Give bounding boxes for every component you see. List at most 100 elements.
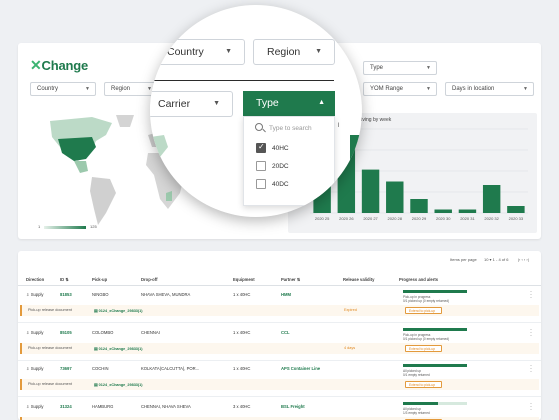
partner-link[interactable]: APS Container Line: [281, 366, 320, 371]
partner-link[interactable]: BSL Freight: [281, 404, 305, 409]
release-doc-label: Pick-up release document: [28, 308, 72, 312]
bar[interactable]: [361, 169, 380, 213]
supply-icon: ⇩: [26, 330, 30, 335]
chevron-down-icon: ▼: [315, 48, 322, 55]
mag-chart-fragment: l: [338, 123, 362, 215]
direction-cell: ⇩ Supply: [26, 330, 44, 335]
release-document-row: Pick-up release document ▤ 0124_xChange_…: [20, 343, 539, 354]
col-pickup[interactable]: Pick-up: [92, 277, 107, 282]
supply-icon: ⇩: [26, 404, 30, 409]
col-progress[interactable]: Progress and alerts: [399, 277, 438, 282]
chevron-down-icon: ▼: [213, 100, 220, 107]
col-partner[interactable]: Partner ⇅: [281, 277, 300, 282]
equipment-cell: 1 x 40HC: [233, 292, 251, 297]
map-legend-gradient: [44, 226, 86, 229]
direction-cell: ⇩ Supply: [26, 404, 44, 409]
search-icon: [255, 123, 263, 131]
checkbox-icon[interactable]: [256, 161, 266, 171]
days-in-location-filter[interactable]: Days in location ▼: [445, 82, 534, 96]
id-link[interactable]: 31324: [60, 404, 72, 409]
document-icon: ▤: [94, 347, 98, 351]
equipment-cell: 3 x 40HC: [233, 404, 251, 409]
mag-country-filter[interactable]: Country ▼: [153, 39, 245, 65]
more-options-icon[interactable]: · · ·: [530, 289, 532, 301]
more-options-icon[interactable]: · · ·: [530, 363, 532, 375]
id-link[interactable]: 85105: [60, 330, 72, 335]
dropoff-cell: KOLKATA(CALCUTTA), POR...: [141, 366, 200, 371]
mag-region-filter[interactable]: Region ▼: [253, 39, 335, 65]
pickup-cell: HAMBURG: [92, 404, 114, 409]
x-tick-label: 2020 32: [484, 216, 499, 221]
more-options-icon[interactable]: · · ·: [530, 327, 532, 339]
pickup-cell: NINGBO: [92, 292, 109, 297]
table-row[interactable]: ⇩ Supply 85105 COLOMBO CHENNAI 1 x 40HC …: [18, 325, 541, 342]
extend-pickup-button[interactable]: Extend to pick-up: [405, 381, 442, 388]
pickup-cell: COCHIN: [92, 366, 109, 371]
release-document-row: Pick-up release document ▤ 0124_xChange_…: [20, 379, 539, 390]
table-row[interactable]: ⇩ Supply 81853 NINGBO NHAVA SHEVA, MUNDR…: [18, 287, 541, 304]
bar[interactable]: [507, 206, 525, 213]
bar[interactable]: [458, 209, 477, 214]
checkbox-icon[interactable]: [256, 179, 266, 189]
chevron-down-icon: ▼: [426, 86, 431, 92]
map-legend-max: 125: [90, 224, 97, 229]
map-legend-min: 1: [38, 224, 41, 229]
col-release-validity[interactable]: Release validity: [343, 277, 374, 282]
extend-pickup-button[interactable]: Extend to pick-up: [405, 345, 442, 352]
table-row[interactable]: ⇩ Supply 73697 COCHIN KOLKATA(CALCUTTA),…: [18, 361, 541, 378]
x-tick-label: 2020 30: [436, 216, 451, 221]
bar[interactable]: [410, 199, 428, 213]
release-doc-link[interactable]: ▤ 0124_xChange_29833(1): [94, 308, 143, 313]
release-doc-link[interactable]: ▤ 0124_xChange_29833(1): [94, 382, 143, 387]
col-id[interactable]: ID ⇅: [60, 277, 69, 282]
svg-text:l: l: [338, 123, 339, 129]
x-tick-label: 2020 33: [509, 216, 524, 221]
col-dropoff[interactable]: Drop-off: [141, 277, 158, 282]
x-tick-label: 2020 27: [363, 216, 378, 221]
chevron-down-icon: ▼: [523, 86, 528, 92]
progress-bar: [403, 364, 467, 367]
supply-icon: ⇩: [26, 292, 30, 297]
option-40hc[interactable]: 40HC: [256, 142, 289, 155]
shipments-table-card: Items per page 10 ▾ 1 - 4 of 6 |‹ ‹ › ›|…: [18, 251, 541, 420]
release-doc-label: Pick-up release document: [28, 346, 72, 350]
checkbox-checked-icon[interactable]: [256, 142, 266, 153]
extend-pickup-button[interactable]: Extend to pick-up: [405, 307, 442, 314]
bar[interactable]: [482, 185, 501, 213]
bar[interactable]: [434, 209, 452, 214]
chevron-down-icon: ▼: [85, 86, 90, 92]
mag-carrier-filter[interactable]: Carrier ▼: [150, 91, 233, 117]
bar[interactable]: [386, 181, 404, 214]
items-per-page-select[interactable]: 10 ▾ 1 - 4 of 6: [484, 257, 508, 262]
xchange-logo[interactable]: ✕Change: [30, 57, 88, 74]
pagination-nav[interactable]: |‹ ‹ › ›|: [518, 257, 529, 262]
header-divider: [18, 285, 541, 286]
equipment-cell: 1 x 40HC: [233, 366, 251, 371]
id-link[interactable]: 73697: [60, 366, 72, 371]
partner-link[interactable]: CCL: [281, 330, 290, 335]
type-filter[interactable]: Type ▼: [363, 61, 437, 75]
col-equipment[interactable]: Equipment: [233, 277, 255, 282]
mag-type-filter-open[interactable]: Type ▲: [243, 91, 335, 116]
option-40dc[interactable]: 40DC: [256, 179, 289, 191]
col-direction[interactable]: Direction: [26, 277, 44, 282]
row-divider: [18, 322, 541, 323]
chevron-down-icon: ▼: [225, 48, 232, 55]
chevron-up-icon: ▲: [318, 99, 325, 106]
pickup-cell: COLOMBO: [92, 330, 114, 335]
document-icon: ▤: [94, 309, 98, 313]
country-filter[interactable]: Country ▼: [30, 82, 96, 96]
dropdown-search[interactable]: Type to search: [248, 121, 332, 136]
release-doc-link[interactable]: ▤ 0124_xChange_29833(1): [94, 346, 143, 351]
id-link[interactable]: 81853: [60, 292, 72, 297]
partner-link[interactable]: HMM: [281, 292, 291, 297]
x-tick-label: 2020 31: [460, 216, 475, 221]
option-20dc[interactable]: 20DC: [256, 161, 289, 173]
row-divider: [18, 396, 541, 397]
table-row[interactable]: ⇩ Supply 31324 HAMBURG CHENNAI, NHAVA SH…: [18, 399, 541, 416]
more-options-icon[interactable]: · · ·: [530, 401, 532, 413]
release-status: Expired: [344, 308, 357, 312]
supply-icon: ⇩: [26, 366, 30, 371]
yom-range-filter[interactable]: YOM Range ▼: [363, 82, 437, 96]
sort-icon: ⇅: [65, 277, 69, 282]
